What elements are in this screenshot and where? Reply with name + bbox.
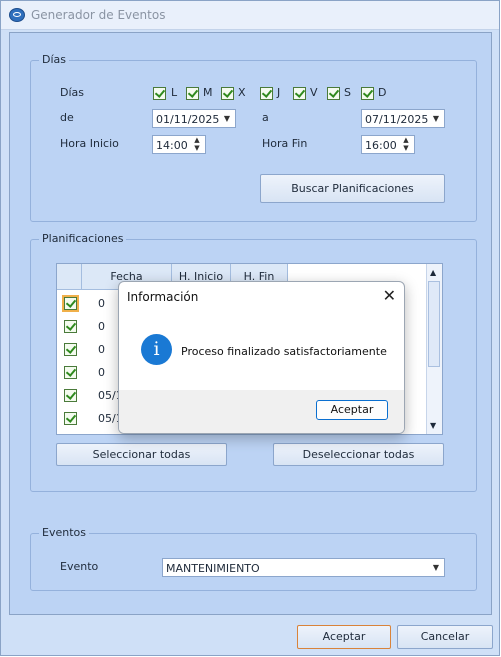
row-fecha: 0 <box>98 343 105 356</box>
dialog-message: Proceso finalizado satisfactoriamente <box>181 345 387 358</box>
fecha-hasta-picker[interactable]: 07/11/2025 ▼ <box>361 109 445 128</box>
hora-fin-spinner[interactable]: 16:00 ▲ ▼ <box>361 135 415 154</box>
spin-arrows-icon[interactable]: ▲ ▼ <box>189 136 205 153</box>
eventos-group: Eventos Evento MANTENIMIENTO ▼ <box>30 526 477 591</box>
day-label-j: J <box>277 86 281 99</box>
day-label-x: X <box>238 86 246 99</box>
fecha-desde-value: 01/11/2025 <box>156 113 220 126</box>
scroll-down-icon[interactable]: ▼ <box>430 421 436 430</box>
eventos-legend: Eventos <box>39 526 89 539</box>
row-fecha: 0 <box>98 366 105 379</box>
row-checkbox[interactable] <box>62 295 79 312</box>
checkbox-domingo[interactable] <box>361 87 374 100</box>
day-label-d: D <box>378 86 387 99</box>
day-label-v: V <box>310 86 318 99</box>
chevron-down-icon[interactable]: ▼ <box>428 559 444 576</box>
fecha-desde-picker[interactable]: 01/11/2025 ▼ <box>152 109 236 128</box>
dialog-title: Información <box>127 290 199 304</box>
row-checkbox[interactable] <box>64 343 77 356</box>
planificaciones-legend: Planificaciones <box>39 232 127 245</box>
day-label-l: L <box>171 86 178 99</box>
window-title: Generador de Eventos <box>31 8 166 22</box>
day-label-s: S <box>344 86 351 99</box>
close-icon[interactable]: ✕ <box>383 286 396 305</box>
app-icon <box>9 8 25 22</box>
scroll-up-icon[interactable]: ▲ <box>430 268 436 277</box>
buscar-planificaciones-button[interactable]: Buscar Planificaciones <box>260 174 445 203</box>
scrollbar-thumb[interactable] <box>428 281 440 367</box>
checkbox-martes[interactable] <box>186 87 199 100</box>
row-checkbox[interactable] <box>64 320 77 333</box>
evento-select[interactable]: MANTENIMIENTO ▼ <box>162 558 445 577</box>
row-checkbox[interactable] <box>64 412 77 425</box>
info-dialog: Información ✕ i Proceso finalizado satis… <box>118 281 405 434</box>
hora-inicio-value: 14:00 <box>156 139 188 152</box>
chevron-down-icon[interactable]: ▼ <box>219 110 235 127</box>
checkbox-jueves[interactable] <box>260 87 273 100</box>
row-fecha: 0 <box>98 297 105 310</box>
evento-label: Evento <box>60 560 99 573</box>
accept-button[interactable]: Aceptar <box>297 625 391 649</box>
checkbox-sabado[interactable] <box>327 87 340 100</box>
hora-inicio-spinner[interactable]: 14:00 ▲ ▼ <box>152 135 206 154</box>
hora-fin-label: Hora Fin <box>262 137 308 150</box>
dias-group: Días Días L M X J V S D de 01/11/2025 ▼ … <box>30 53 477 222</box>
dias-legend: Días <box>39 53 69 66</box>
evento-value: MANTENIMIENTO <box>166 562 260 575</box>
a-label: a <box>262 111 269 124</box>
generador-eventos-window: Generador de Eventos Días Días L M X J V… <box>0 0 500 656</box>
dias-label: Días <box>60 86 84 99</box>
info-icon: i <box>141 334 172 365</box>
checkbox-lunes[interactable] <box>153 87 166 100</box>
title-bar: Generador de Eventos <box>1 1 499 30</box>
checkbox-miercoles[interactable] <box>221 87 234 100</box>
de-label: de <box>60 111 74 124</box>
spin-arrows-icon[interactable]: ▲ ▼ <box>398 136 414 153</box>
dialog-footer: Aceptar <box>119 390 404 433</box>
row-checkbox[interactable] <box>64 366 77 379</box>
row-fecha: 0 <box>98 320 105 333</box>
grid-scrollbar[interactable]: ▲ ▼ <box>426 264 442 434</box>
fecha-hasta-value: 07/11/2025 <box>365 113 429 126</box>
hora-inicio-label: Hora Inicio <box>60 137 119 150</box>
cancel-button[interactable]: Cancelar <box>397 625 493 649</box>
day-label-m: M <box>203 86 213 99</box>
checkbox-viernes[interactable] <box>293 87 306 100</box>
row-checkbox[interactable] <box>64 389 77 402</box>
hora-fin-value: 16:00 <box>365 139 397 152</box>
chevron-down-icon[interactable]: ▼ <box>428 110 444 127</box>
dialog-accept-button[interactable]: Aceptar <box>316 400 388 420</box>
select-all-button[interactable]: Seleccionar todas <box>56 443 227 466</box>
deselect-all-button[interactable]: Deseleccionar todas <box>273 443 444 466</box>
